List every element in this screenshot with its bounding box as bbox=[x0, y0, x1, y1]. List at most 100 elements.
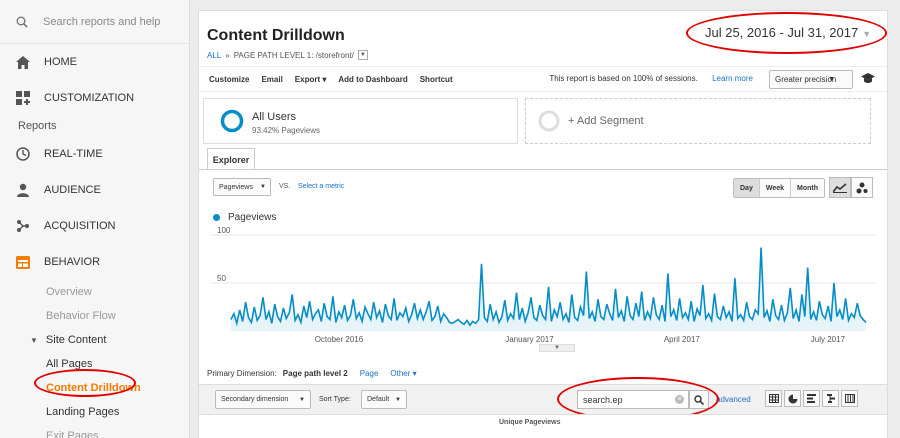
tab-divider bbox=[199, 169, 887, 170]
comparison-view-icon[interactable] bbox=[822, 390, 839, 407]
chevron-down-icon: ▼ bbox=[260, 184, 266, 190]
sidebar-subitem-landing-pages[interactable]: Landing Pages bbox=[0, 400, 189, 424]
sidebar-item-realtime[interactable]: REAL-TIME bbox=[0, 136, 189, 172]
pivot-view-icon[interactable] bbox=[841, 390, 858, 407]
breadcrumb-separator: » bbox=[225, 50, 230, 60]
add-to-dashboard-button[interactable]: Add to Dashboard bbox=[338, 75, 407, 84]
sidebar-item-label: BEHAVIOR bbox=[44, 256, 101, 268]
legend-label: Pageviews bbox=[228, 212, 277, 223]
table-controls: Secondary dimension ▼ Sort Type: Default… bbox=[199, 384, 887, 414]
breadcrumb: ALL » PAGE PATH LEVEL 1: /storefront/ ▼ bbox=[207, 50, 368, 60]
grid-plus-icon bbox=[16, 91, 30, 105]
period-toggle: Day Week Month bbox=[733, 178, 826, 198]
legend-dot bbox=[213, 214, 220, 221]
clock-icon bbox=[16, 147, 30, 161]
collapse-chart-handle[interactable]: ▼ bbox=[539, 344, 575, 352]
sidebar-subitem-exit-pages[interactable]: Exit Pages bbox=[0, 424, 189, 438]
primary-dim-value: Page path level 2 bbox=[282, 369, 348, 378]
secondary-dimension-select[interactable]: Secondary dimension ▼ bbox=[215, 390, 311, 409]
sidebar-item-behavior[interactable]: BEHAVIOR bbox=[0, 244, 189, 280]
x-tick-label: July 2017 bbox=[811, 335, 846, 344]
sort-type-label: Sort Type: bbox=[319, 396, 351, 403]
sidebar-item-label: ACQUISITION bbox=[44, 220, 116, 232]
chevron-down-icon: ▼ bbox=[395, 396, 401, 403]
y-tick-label: 100 bbox=[217, 226, 231, 235]
sidebar-item-home[interactable]: HOME bbox=[0, 44, 189, 80]
other-dimension-link[interactable]: Other ▾ bbox=[390, 369, 416, 378]
performance-view-icon[interactable] bbox=[803, 390, 820, 407]
page-title: Content Drilldown bbox=[207, 27, 345, 44]
tab-explorer[interactable]: Explorer bbox=[207, 148, 255, 170]
precision-select[interactable]: Greater precision ▼ bbox=[769, 70, 853, 89]
sidebar-subitem-site-content[interactable]: ▼ Site Content bbox=[0, 328, 189, 352]
period-month-button[interactable]: Month bbox=[791, 179, 825, 197]
pageviews-line-chart: 100 50 October 2016 January 2017 April 2017 J… bbox=[211, 226, 876, 344]
y-tick-label: 50 bbox=[217, 274, 226, 283]
sidebar-search[interactable]: Search reports and help bbox=[0, 0, 189, 44]
email-button[interactable]: Email bbox=[261, 75, 282, 84]
column-unique-pageviews[interactable]: Unique Pageviews bbox=[499, 419, 560, 426]
sidebar-item-label: AUDIENCE bbox=[44, 184, 101, 196]
primary-dimension-bar: Primary Dimension: Page path level 2 Pag… bbox=[207, 369, 417, 378]
chart-type-toggle bbox=[829, 177, 873, 198]
breadcrumb-dropdown-icon[interactable]: ▼ bbox=[357, 50, 368, 60]
x-tick-label: January 2017 bbox=[505, 335, 554, 344]
table-view-icon[interactable] bbox=[765, 390, 782, 407]
sidebar-item-audience[interactable]: AUDIENCE bbox=[0, 172, 189, 208]
sidebar-subitem-behavior-flow[interactable]: Behavior Flow bbox=[0, 304, 189, 328]
segment-all-users[interactable]: All Users 93.42% Pageviews bbox=[203, 98, 518, 144]
chevron-down-icon: ▼ bbox=[828, 76, 835, 83]
data-table-header: Unique Pageviews bbox=[199, 414, 887, 438]
sidebar-item-label: CUSTOMIZATION bbox=[44, 92, 135, 104]
x-tick-label: April 2017 bbox=[664, 335, 701, 344]
behavior-icon bbox=[16, 255, 30, 269]
segment-ring-icon bbox=[220, 109, 244, 133]
sidebar-item-label: REAL-TIME bbox=[44, 148, 103, 160]
sampling-notice: This report is based on 100% of sessions… bbox=[549, 74, 765, 83]
advanced-filter-link[interactable]: advanced bbox=[716, 395, 751, 404]
vs-label: VS. bbox=[279, 183, 291, 190]
caret-down-icon: ▼ bbox=[30, 335, 38, 345]
metric-select[interactable]: Pageviews ▼ bbox=[213, 178, 271, 196]
shortcut-button[interactable]: Shortcut bbox=[420, 75, 453, 84]
report-toolbar: Customize Email Export ▾ Add to Dashboar… bbox=[199, 66, 887, 92]
sort-type-select[interactable]: Default ▼ bbox=[361, 390, 407, 409]
motion-chart-icon[interactable] bbox=[851, 177, 873, 198]
period-day-button[interactable]: Day bbox=[734, 179, 760, 197]
sidebar-item-label: HOME bbox=[44, 56, 77, 68]
search-placeholder: Search reports and help bbox=[43, 15, 161, 28]
page-dimension-link[interactable]: Page bbox=[360, 369, 379, 378]
select-metric-link[interactable]: Select a metric bbox=[298, 183, 344, 190]
site-content-label: Site Content bbox=[45, 334, 107, 346]
sidebar-subitem-overview[interactable]: Overview bbox=[0, 280, 189, 304]
chevron-down-icon: ▼ bbox=[299, 396, 305, 403]
sidebar-item-acquisition[interactable]: ACQUISITION bbox=[0, 208, 189, 244]
learn-more-link[interactable]: Learn more bbox=[712, 74, 753, 83]
add-segment-box[interactable]: + Add Segment bbox=[525, 98, 871, 144]
reports-section-label: Reports bbox=[18, 120, 57, 132]
highlight-circle-content-drilldown bbox=[34, 369, 136, 397]
export-button[interactable]: Export ▾ bbox=[295, 75, 327, 84]
table-view-toggle bbox=[765, 390, 860, 407]
line-chart-icon[interactable] bbox=[829, 177, 851, 198]
search-icon bbox=[16, 16, 28, 28]
graduation-cap-icon[interactable] bbox=[861, 73, 875, 84]
segment-name: All Users bbox=[252, 111, 297, 123]
chart-legend: Pageviews bbox=[213, 212, 276, 223]
period-week-button[interactable]: Week bbox=[759, 179, 792, 197]
primary-dim-label: Primary Dimension: bbox=[207, 369, 277, 378]
segment-percent: 93.42% Pageviews bbox=[252, 126, 321, 135]
breadcrumb-path: PAGE PATH LEVEL 1: /storefront/ bbox=[233, 50, 354, 60]
sidebar-item-customization[interactable]: CUSTOMIZATION bbox=[0, 80, 189, 116]
home-icon bbox=[16, 55, 30, 69]
customize-button[interactable]: Customize bbox=[209, 75, 249, 84]
add-segment-label: + Add Segment bbox=[568, 115, 644, 127]
metric-value: Pageviews bbox=[219, 183, 253, 191]
secondary-dim-value: Secondary dimension bbox=[221, 396, 289, 403]
breadcrumb-all-link[interactable]: ALL bbox=[207, 51, 221, 60]
empty-segment-ring-icon bbox=[538, 110, 560, 132]
report-panel: Content Drilldown ALL » PAGE PATH LEVEL … bbox=[198, 10, 888, 438]
highlight-circle-date-range bbox=[686, 12, 887, 54]
pie-view-icon[interactable] bbox=[784, 390, 801, 407]
share-icon bbox=[17, 220, 29, 232]
